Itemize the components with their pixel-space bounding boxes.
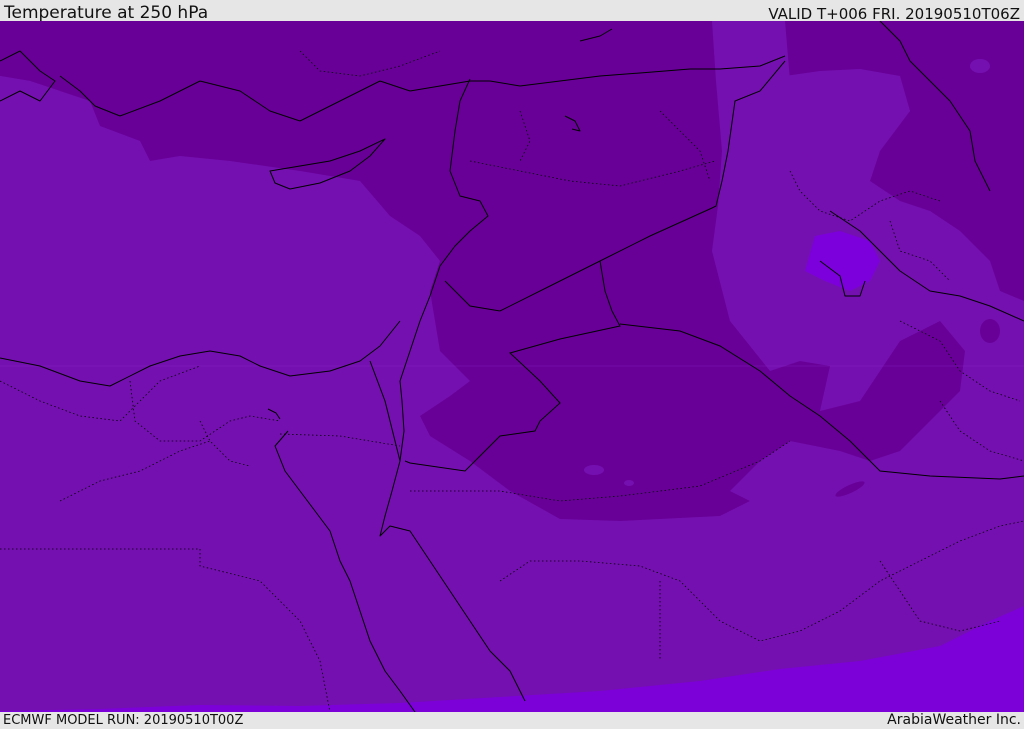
warm-blob-3 bbox=[970, 59, 990, 73]
weather-map-figure: Temperature at 250 hPa VALID T+006 FRI. … bbox=[0, 0, 1024, 729]
warm-blob-2 bbox=[624, 480, 634, 486]
credit-label: ArabiaWeather Inc. bbox=[887, 712, 1021, 728]
map-title: Temperature at 250 hPa bbox=[4, 3, 209, 23]
map-canvas bbox=[0, 21, 1024, 712]
temperature-map bbox=[0, 21, 1024, 712]
cold-blob-2 bbox=[980, 319, 1000, 343]
model-run-label: ECMWF MODEL RUN: 20190510T00Z bbox=[3, 713, 244, 728]
warm-blob-1 bbox=[584, 465, 604, 475]
